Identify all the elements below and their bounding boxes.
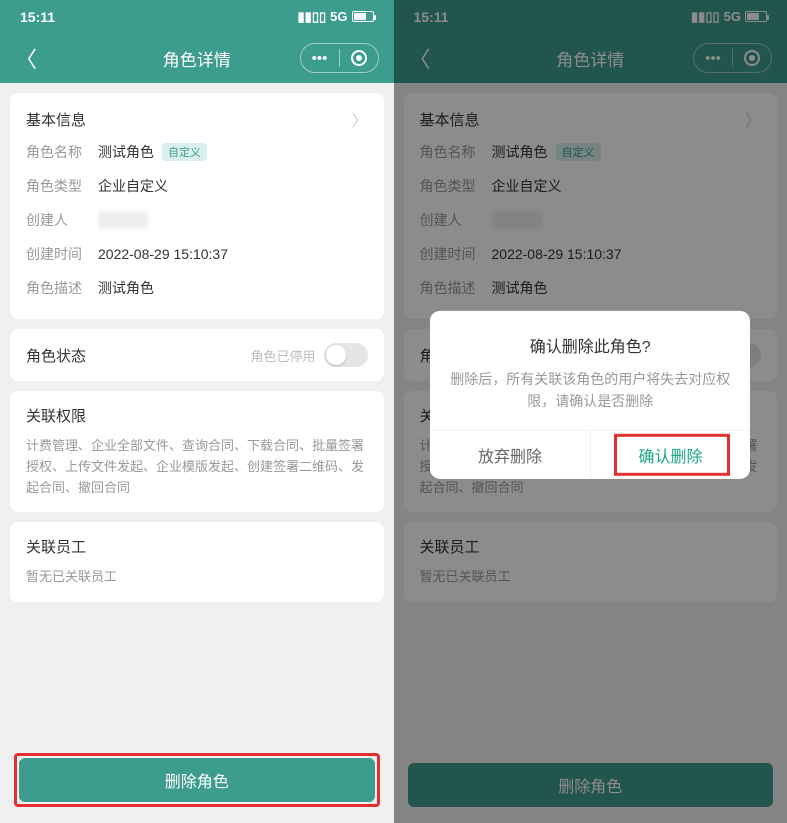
row-creator: 创建人 [26,203,368,237]
phone-right: 15:11 ▮▮▯▯ 5G 〈 角色详情 ••• 基本信息 〉 角色名称测试角色… [394,0,787,823]
perms-card: 关联权限 计费管理、企业全部文件、查询合同、下载合同、批量签署授权、上传文件发起… [10,391,384,512]
name-label: 角色名称 [26,142,98,162]
back-icon[interactable]: 〈 [15,42,37,74]
content: 基本信息 〉 角色名称 测试角色 自定义 角色类型 企业自定义 创建人 创建时间… [0,83,394,741]
basic-info-title: 基本信息 [26,109,86,130]
desc-value: 测试角色 [98,278,154,298]
dialog-actions: 放弃删除 确认删除 [430,430,750,479]
status-label: 角色状态 [26,345,86,366]
phone-left: 15:11 ▮▮▯▯ 5G 〈 角色详情 ••• 基本信息 〉 角色名称 测试角… [0,0,394,823]
row-created: 创建时间 2022-08-29 15:10:37 [26,237,368,271]
miniprogram-capsule: ••• [300,43,379,73]
delete-role-button[interactable]: 删除角色 [19,758,375,802]
menu-icon[interactable]: ••• [301,43,339,73]
created-label: 创建时间 [26,244,98,264]
confirm-dialog: 确认删除此角色? 删除后，所有关联该角色的用户将失去对应权限，请确认是否删除 放… [430,311,750,479]
staff-title: 关联员工 [26,536,368,557]
staff-text: 暂无已关联员工 [26,567,368,588]
close-icon[interactable] [340,43,378,73]
creator-redacted [98,211,148,229]
type-label: 角色类型 [26,176,98,196]
perms-title: 关联权限 [26,405,368,426]
bottom-bar: 删除角色 [0,741,394,823]
highlight-delete-button: 删除角色 [14,753,380,807]
dialog-confirm-button[interactable]: 确认删除 [591,431,751,479]
dialog-cancel-button[interactable]: 放弃删除 [430,431,591,479]
desc-label: 角色描述 [26,278,98,298]
status-disabled-text: 角色已停用 [250,346,315,365]
row-type: 角色类型 企业自定义 [26,169,368,203]
staff-card: 关联员工 暂无已关联员工 [10,522,384,602]
basic-info-card: 基本信息 〉 角色名称 测试角色 自定义 角色类型 企业自定义 创建人 创建时间… [10,93,384,319]
custom-badge: 自定义 [162,143,207,161]
nav-bar: 〈 角色详情 ••• [0,33,394,83]
basic-info-header[interactable]: 基本信息 〉 [26,107,368,131]
status-time: 15:11 [20,9,55,25]
signal-icon: ▮▮▯▯ [298,9,327,25]
nav-title: 角色详情 [163,46,231,71]
row-name: 角色名称 测试角色 自定义 [26,135,368,169]
battery-icon [352,11,374,22]
status-bar: 15:11 ▮▮▯▯ 5G [0,0,394,33]
row-desc: 角色描述 测试角色 [26,271,368,305]
created-value: 2022-08-29 15:10:37 [98,246,228,262]
status-toggle[interactable] [324,343,368,367]
name-value: 测试角色 [98,142,154,162]
chevron-right-icon: 〉 [351,107,367,131]
status-right: ▮▮▯▯ 5G [298,9,374,25]
dialog-message: 删除后，所有关联该角色的用户将失去对应权限，请确认是否删除 [450,369,730,412]
dialog-title: 确认删除此角色? [450,333,730,357]
creator-label: 创建人 [26,210,98,230]
type-value: 企业自定义 [98,176,168,196]
network-label: 5G [330,9,347,24]
status-card: 角色状态 角色已停用 [10,329,384,381]
perms-text: 计费管理、企业全部文件、查询合同、下载合同、批量签署授权、上传文件发起、企业模版… [26,436,368,498]
